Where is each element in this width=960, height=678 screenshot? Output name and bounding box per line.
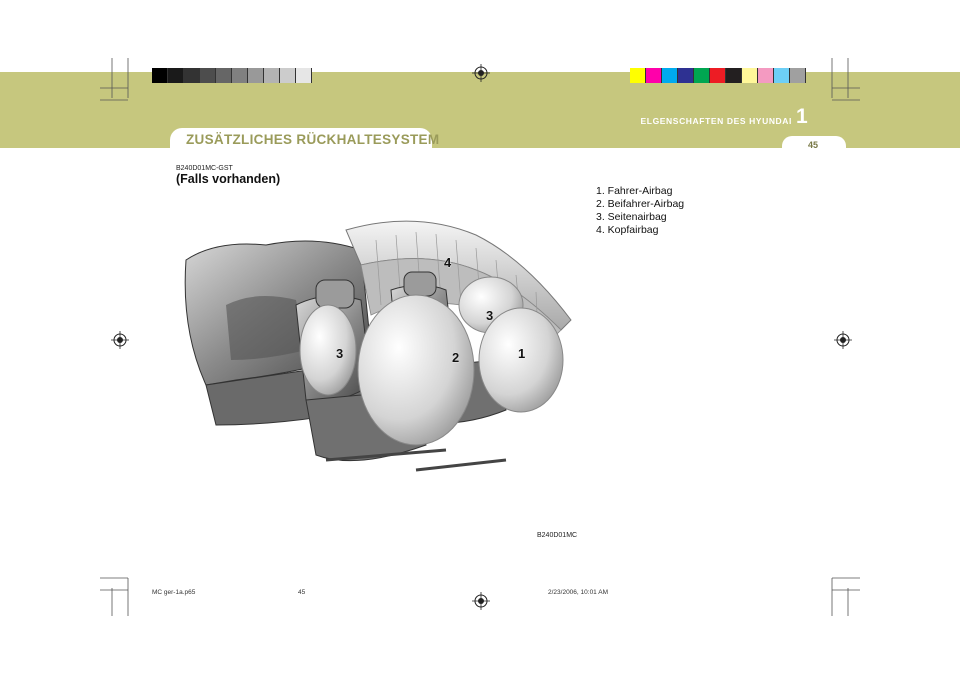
callout-2: 2 — [452, 350, 459, 365]
passenger-airbag — [357, 294, 475, 446]
section-code: B240D01MC-GST — [176, 165, 233, 172]
registration-mark-left — [111, 331, 129, 349]
callout-4: 4 — [444, 255, 452, 270]
registration-mark-top — [472, 64, 490, 82]
subtitle: (Falls vorhanden) — [176, 172, 281, 186]
image-code: B240D01MC — [537, 532, 578, 539]
callout-3-left: 3 — [336, 346, 343, 361]
side-airbag-left — [299, 304, 357, 396]
legend-item: 1. Fahrer-Airbag — [596, 185, 673, 197]
footer-page: 45 — [298, 589, 306, 596]
footer-file: MC ger-1a.p65 — [152, 589, 196, 596]
chapter-title: ELGENSCHAFTEN DES HYUNDAI — [640, 116, 792, 126]
registration-mark-bottom — [472, 592, 490, 610]
legend-item: 3. Seitenairbag — [596, 211, 667, 223]
airbag-illustration: 4 3 3 2 1 — [184, 220, 572, 472]
registration-mark-right — [834, 331, 852, 349]
page-number: 45 — [807, 140, 818, 150]
callout-1: 1 — [518, 346, 525, 361]
section-title: ZUSÄTZLICHES RÜCKHALTESYSTEM — [186, 132, 440, 147]
chapter-number: 1 — [796, 105, 808, 128]
callout-3-right: 3 — [486, 308, 493, 323]
airbag-legend: 1. Fahrer-Airbag 2. Beifahrer-Airbag 3. … — [596, 185, 684, 237]
legend-item: 2. Beifahrer-Airbag — [596, 198, 685, 210]
legend-item: 4. Kopfairbag — [596, 224, 659, 236]
footer-timestamp: 2/23/2006, 10:01 AM — [548, 589, 608, 596]
